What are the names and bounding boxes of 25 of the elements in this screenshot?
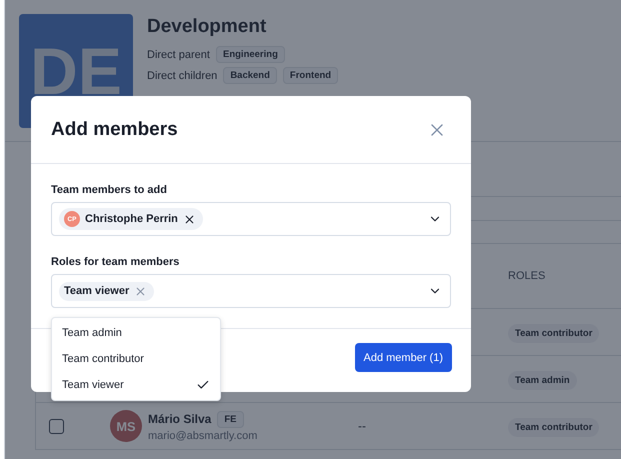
user-tag: FE	[217, 410, 244, 428]
selected-chip: Team viewer	[59, 282, 154, 301]
column-header: ROLES	[508, 270, 546, 282]
table-cell: --	[358, 419, 366, 433]
remove-icon[interactable]	[182, 212, 196, 226]
multi-select-field[interactable]: Team viewer	[51, 274, 451, 308]
menu-option[interactable]: Team viewer	[52, 372, 220, 398]
field-label: Roles for team members	[51, 256, 180, 268]
role-tag: Team admin	[508, 371, 577, 390]
user-avatar: MS	[110, 410, 142, 442]
user-email: mario@absmartly.com	[148, 430, 258, 442]
menu-option[interactable]: Team contributor	[52, 346, 220, 372]
role-tag: Team contributor	[508, 324, 600, 343]
field-label: Team members to add	[51, 184, 168, 196]
user-name: Mário Silva	[148, 412, 212, 426]
team-tag[interactable]: Backend	[223, 67, 277, 84]
role-tag: Team contributor	[508, 418, 600, 437]
row-checkbox[interactable]	[49, 418, 64, 434]
children-label: Direct children	[147, 70, 218, 82]
team-tag[interactable]: Frontend	[282, 67, 338, 84]
parent-label: Direct parent	[147, 48, 210, 60]
add-member-button[interactable]: Add member (1)	[354, 343, 452, 372]
menu-option[interactable]: Team admin	[52, 320, 220, 346]
team-tag[interactable]: Engineering	[216, 46, 285, 63]
team-title: Development	[147, 16, 268, 38]
